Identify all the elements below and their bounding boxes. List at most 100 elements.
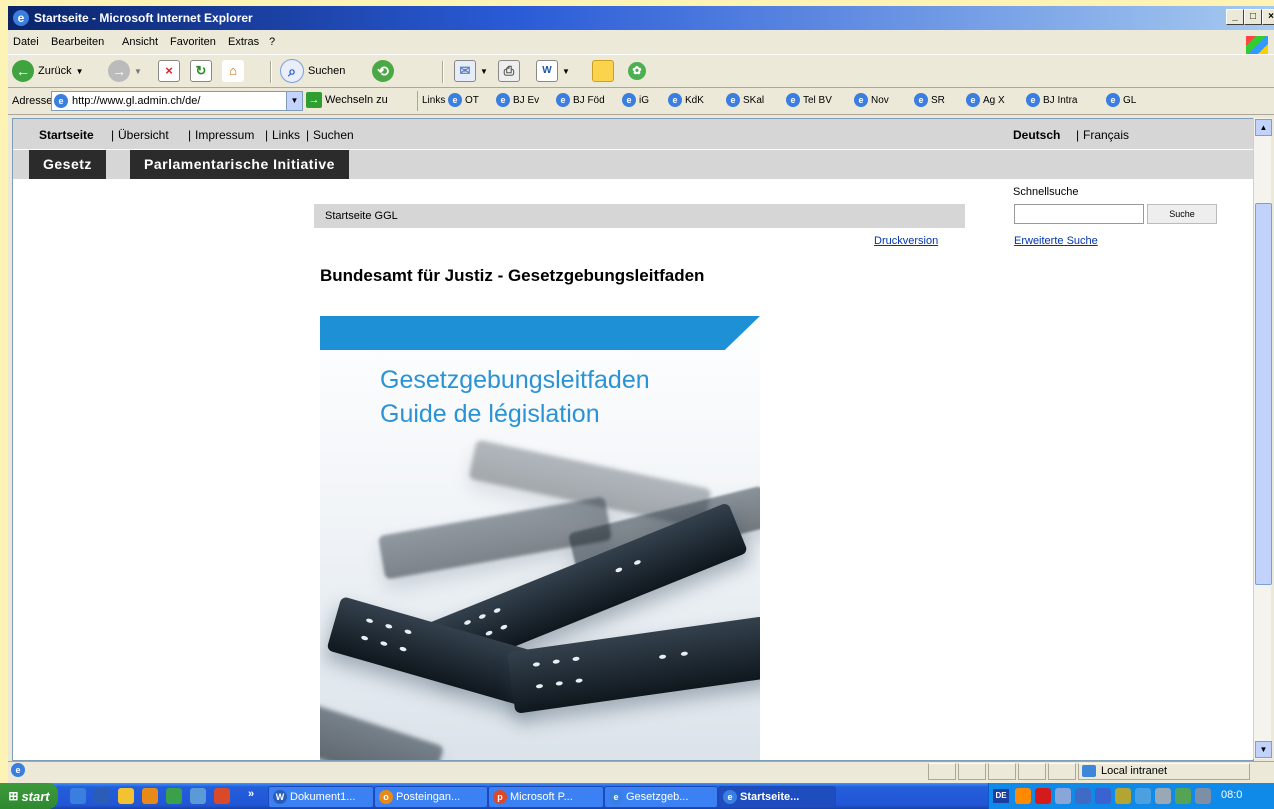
- tray-icon[interactable]: [1015, 788, 1031, 804]
- lang-francais[interactable]: Français: [1083, 128, 1129, 142]
- zone-label: Local intranet: [1101, 765, 1168, 777]
- menu-datei[interactable]: Datei: [13, 36, 39, 48]
- task-microsoft-powerpoint[interactable]: p Microsoft P...: [488, 786, 604, 808]
- breadcrumb-home[interactable]: Startseite GGL: [325, 204, 398, 228]
- start-button[interactable]: ⊞ start: [0, 783, 58, 809]
- domino-pip: [384, 623, 393, 630]
- task-label: Posteingan...: [396, 791, 461, 803]
- search-icon: ⌕: [280, 59, 304, 83]
- forward-button[interactable]: → ▼: [108, 59, 142, 83]
- nav-startseite[interactable]: Startseite: [39, 128, 94, 142]
- close-button[interactable]: ×: [1262, 9, 1274, 25]
- link-kdk[interactable]: e KdK: [668, 93, 704, 107]
- task-startseite[interactable]: e Startseite...: [718, 786, 836, 808]
- quicksearch-input[interactable]: [1014, 204, 1144, 224]
- tray-icon[interactable]: [1115, 788, 1131, 804]
- tray-icon[interactable]: [1075, 788, 1091, 804]
- menu-extras[interactable]: Extras: [228, 36, 259, 48]
- nav-links[interactable]: Links: [272, 128, 300, 142]
- nav-impressum[interactable]: Impressum: [195, 128, 254, 142]
- cover-title-de: Gesetzgebungsleitfaden: [380, 366, 650, 394]
- nav-suchen[interactable]: Suchen: [313, 128, 354, 142]
- outlook-icon: o: [379, 790, 393, 804]
- lang-deutsch[interactable]: Deutsch: [1013, 128, 1060, 142]
- quicksearch-button[interactable]: Suche: [1147, 204, 1217, 224]
- link-tel-bv[interactable]: e Tel BV: [786, 93, 832, 107]
- link-nov[interactable]: e Nov: [854, 93, 889, 107]
- maximize-button[interactable]: □: [1244, 9, 1262, 25]
- link-ig[interactable]: e iG: [622, 93, 649, 107]
- link-ag-x[interactable]: e Ag X: [966, 93, 1005, 107]
- language-indicator[interactable]: DE: [993, 789, 1009, 803]
- link-ot[interactable]: e OT: [448, 93, 479, 107]
- quicklaunch-app-icon[interactable]: [166, 788, 182, 804]
- edit-word-button[interactable]: W ▼: [536, 59, 570, 83]
- minimize-button[interactable]: _: [1226, 9, 1244, 25]
- tray-icon[interactable]: [1095, 788, 1111, 804]
- messenger-button[interactable]: ✿: [628, 59, 646, 83]
- task-dokument1[interactable]: W Dokument1...: [268, 786, 374, 808]
- tray-icon[interactable]: [1035, 788, 1051, 804]
- link-bj-ev[interactable]: e BJ Ev: [496, 93, 539, 107]
- quicklaunch-folder-icon[interactable]: [118, 788, 134, 804]
- link-bj-fod[interactable]: e BJ Föd: [556, 93, 605, 107]
- title-bar[interactable]: e Startseite - Microsoft Internet Explor…: [8, 6, 1274, 30]
- ie-page-icon: e: [723, 790, 737, 804]
- domino-pip: [485, 629, 494, 637]
- tray-icon[interactable]: [1055, 788, 1071, 804]
- tray-icon[interactable]: [1175, 788, 1191, 804]
- link-gl[interactable]: e GL: [1106, 93, 1136, 107]
- category-tabs: Gesetz Parlamentarische Initiative: [13, 150, 1253, 179]
- menu-bearbeiten[interactable]: Bearbeiten: [51, 36, 104, 48]
- quicklaunch-word-icon[interactable]: [94, 788, 110, 804]
- address-label: Adresse: [12, 95, 53, 107]
- nav-uebersicht[interactable]: Übersicht: [118, 128, 169, 142]
- domino-pip: [572, 656, 580, 662]
- menu-help[interactable]: ?: [269, 36, 275, 48]
- address-dropdown-button[interactable]: ▼: [286, 92, 302, 110]
- history-button[interactable]: ⟲: [372, 59, 394, 83]
- discuss-button[interactable]: [592, 59, 614, 83]
- mail-button[interactable]: ✉ ▼: [454, 59, 488, 83]
- menu-ansicht[interactable]: Ansicht: [122, 36, 158, 48]
- chevron-down-icon: ▼: [75, 66, 84, 76]
- task-gesetzgebung[interactable]: e Gesetzgeb...: [604, 786, 718, 808]
- link-label: iG: [639, 94, 649, 106]
- tray-icon[interactable]: [1135, 788, 1151, 804]
- ie-page-icon: e: [786, 93, 800, 107]
- domino-pip: [575, 678, 583, 684]
- home-button[interactable]: ⌂: [222, 59, 244, 83]
- task-posteingang[interactable]: o Posteingan...: [374, 786, 488, 808]
- domino-near-blur: [320, 703, 445, 760]
- print-button[interactable]: ⎙: [498, 59, 520, 83]
- page-title: Bundesamt für Justiz - Gesetzgebungsleit…: [320, 266, 705, 285]
- link-skal[interactable]: e SKal: [726, 93, 764, 107]
- tray-icon[interactable]: [1155, 788, 1171, 804]
- back-button[interactable]: ← Zurück ▼: [12, 59, 84, 83]
- quicklaunch-powerpoint-icon[interactable]: [214, 788, 230, 804]
- refresh-button[interactable]: ↻: [190, 59, 212, 83]
- scroll-down-button[interactable]: ▼: [1255, 741, 1272, 758]
- link-sr[interactable]: e SR: [914, 93, 945, 107]
- quicklaunch-more-icon[interactable]: »: [248, 788, 254, 800]
- address-input[interactable]: e http://www.gl.admin.ch/de/ ▼: [51, 91, 303, 111]
- tray-icon[interactable]: [1195, 788, 1211, 804]
- go-button[interactable]: → Wechseln zu: [306, 92, 388, 108]
- vertical-scrollbar[interactable]: ▲ ▼: [1253, 118, 1272, 759]
- web-page: Startseite | Übersicht | Impressum | Lin…: [12, 118, 1254, 761]
- quicklaunch-outlook-icon[interactable]: [142, 788, 158, 804]
- stop-button[interactable]: ×: [158, 59, 180, 83]
- link-bj-intra[interactable]: e BJ Intra: [1026, 93, 1077, 107]
- quicklaunch-ie-icon[interactable]: [70, 788, 86, 804]
- print-version-link[interactable]: Druckversion: [874, 235, 938, 247]
- quicklaunch-network-icon[interactable]: [190, 788, 206, 804]
- advanced-search-link[interactable]: Erweiterte Suche: [1014, 235, 1098, 247]
- tab-gesetz[interactable]: Gesetz: [29, 150, 106, 179]
- clock[interactable]: 08:0: [1221, 789, 1242, 801]
- search-button[interactable]: ⌕ Suchen: [280, 59, 345, 83]
- menu-favoriten[interactable]: Favoriten: [170, 36, 216, 48]
- tab-parlamentarische-initiative[interactable]: Parlamentarische Initiative: [130, 150, 349, 179]
- scroll-up-button[interactable]: ▲: [1255, 119, 1272, 136]
- scroll-thumb[interactable]: [1255, 203, 1272, 585]
- link-label: Ag X: [983, 94, 1005, 106]
